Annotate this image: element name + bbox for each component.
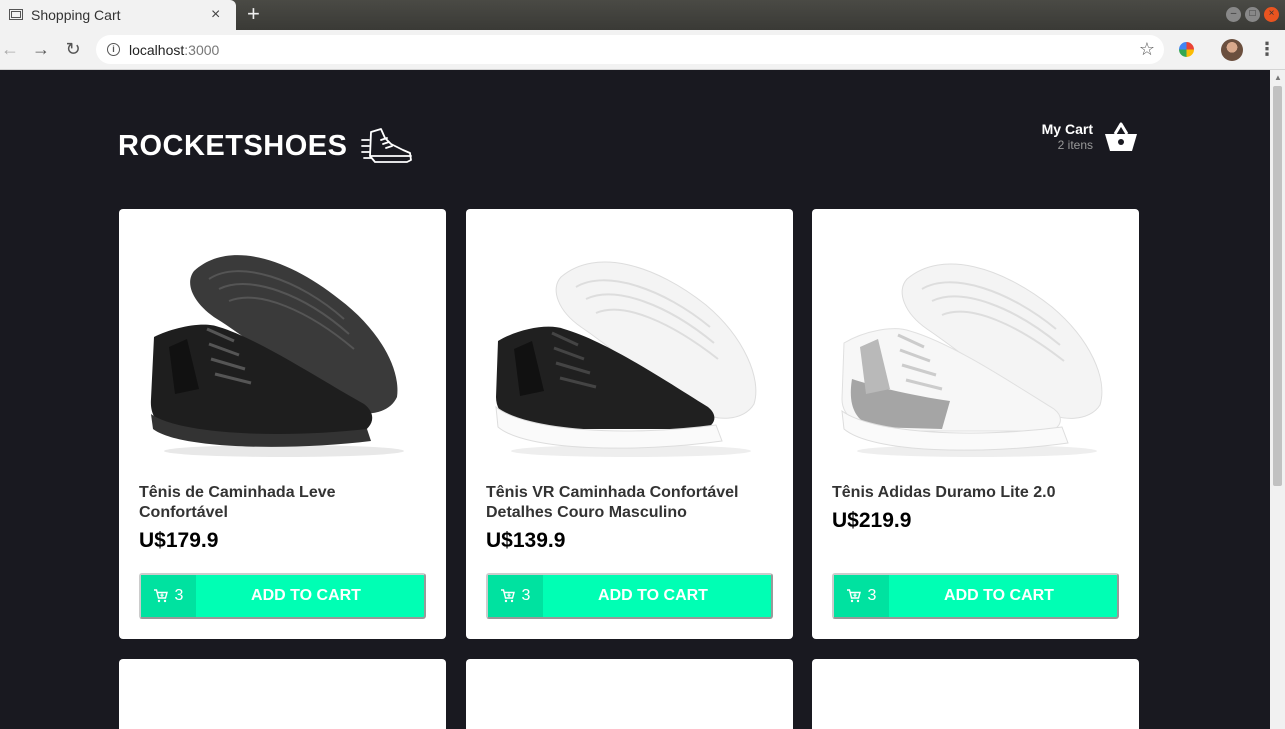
window-maximize-button[interactable]: □: [1245, 7, 1260, 22]
scrollbar-thumb[interactable]: [1273, 86, 1282, 486]
scroll-up-arrow-icon[interactable]: ▲: [1274, 73, 1282, 82]
browser-toolbar: ← → ↻ i localhost:3000 ☆ ⋮: [0, 30, 1285, 70]
product-card: [812, 659, 1139, 729]
product-title: Tênis de Caminhada Leve Confortável: [139, 484, 336, 521]
cart-quantity: 3: [141, 575, 196, 617]
cart-quantity-value: 3: [174, 587, 184, 604]
tab-close-icon[interactable]: ×: [211, 5, 220, 25]
browser-tab-bar: Shopping Cart × + – □ ×: [0, 0, 1285, 30]
product-price: U$139.9: [486, 529, 566, 552]
add-cart-icon: [500, 589, 515, 603]
extension-icon[interactable]: [1179, 42, 1194, 57]
add-cart-icon: [846, 589, 861, 603]
logo-text: ROCKETSHOES: [118, 129, 348, 162]
add-to-cart-label: ADD TO CART: [598, 587, 708, 604]
cart-quantity-value: 3: [521, 587, 531, 604]
cart-title: My Cart: [1041, 121, 1093, 137]
product-title: Tênis VR Caminhada Confortável Detalhes …: [486, 484, 739, 521]
add-to-cart-label: ADD TO CART: [251, 587, 361, 604]
basket-icon: [1105, 122, 1137, 151]
product-card: Tênis Adidas Duramo Lite 2.0 U$219.9 3 A…: [812, 209, 1139, 639]
product-title: Tênis Adidas Duramo Lite 2.0: [832, 484, 1056, 501]
add-to-cart-button[interactable]: 3 ADD TO CART: [486, 573, 773, 619]
product-image: [841, 263, 1103, 457]
add-to-cart-label: ADD TO CART: [944, 587, 1054, 604]
product-card: [119, 659, 446, 729]
site-info-icon[interactable]: i: [107, 43, 120, 56]
profile-avatar[interactable]: [1221, 39, 1243, 61]
url-text: localhost:3000: [129, 42, 220, 58]
back-arrow-icon[interactable]: ←: [0, 39, 20, 59]
add-cart-icon: [153, 589, 168, 603]
window-minimize-button[interactable]: –: [1226, 7, 1241, 22]
page-content: ROCKETSHOES My Cart 2 itens Tênis de Cam…: [0, 70, 1270, 729]
cart-quantity: 3: [488, 575, 543, 617]
new-tab-icon[interactable]: +: [247, 3, 260, 25]
running-shoe-icon: [361, 128, 413, 163]
product-image: [832, 679, 1119, 729]
browser-tab[interactable]: Shopping Cart ×: [0, 0, 236, 30]
address-bar[interactable]: i localhost:3000 ☆: [96, 35, 1164, 64]
product-image: [150, 255, 404, 457]
cart-quantity: 3: [834, 575, 889, 617]
kebab-menu-icon[interactable]: ⋮: [1258, 39, 1276, 61]
product-image: [486, 679, 773, 729]
site-logo[interactable]: ROCKETSHOES: [118, 126, 413, 166]
product-card: Tênis VR Caminhada Confortável Detalhes …: [466, 209, 793, 639]
page-scrollbar[interactable]: ▲: [1270, 70, 1285, 729]
reload-icon[interactable]: ↻: [63, 39, 83, 59]
product-card: [466, 659, 793, 729]
product-image: [139, 679, 426, 729]
window-close-button[interactable]: ×: [1264, 7, 1279, 22]
product-price: U$179.9: [139, 529, 219, 552]
forward-arrow-icon[interactable]: →: [31, 39, 51, 59]
product-image: [495, 261, 757, 457]
tab-title: Shopping Cart: [31, 7, 121, 23]
product-price: U$219.9: [832, 509, 912, 532]
page-icon: [9, 9, 23, 20]
add-to-cart-button[interactable]: 3 ADD TO CART: [832, 573, 1119, 619]
cart-quantity-value: 3: [867, 587, 877, 604]
cart-item-count: 2 itens: [1057, 138, 1093, 152]
add-to-cart-button[interactable]: 3 ADD TO CART: [139, 573, 426, 619]
cart-link[interactable]: My Cart 2 itens: [1010, 118, 1140, 158]
product-card: Tênis de Caminhada Leve Confortável U$17…: [119, 209, 446, 639]
bookmark-star-icon[interactable]: ☆: [1139, 39, 1155, 60]
